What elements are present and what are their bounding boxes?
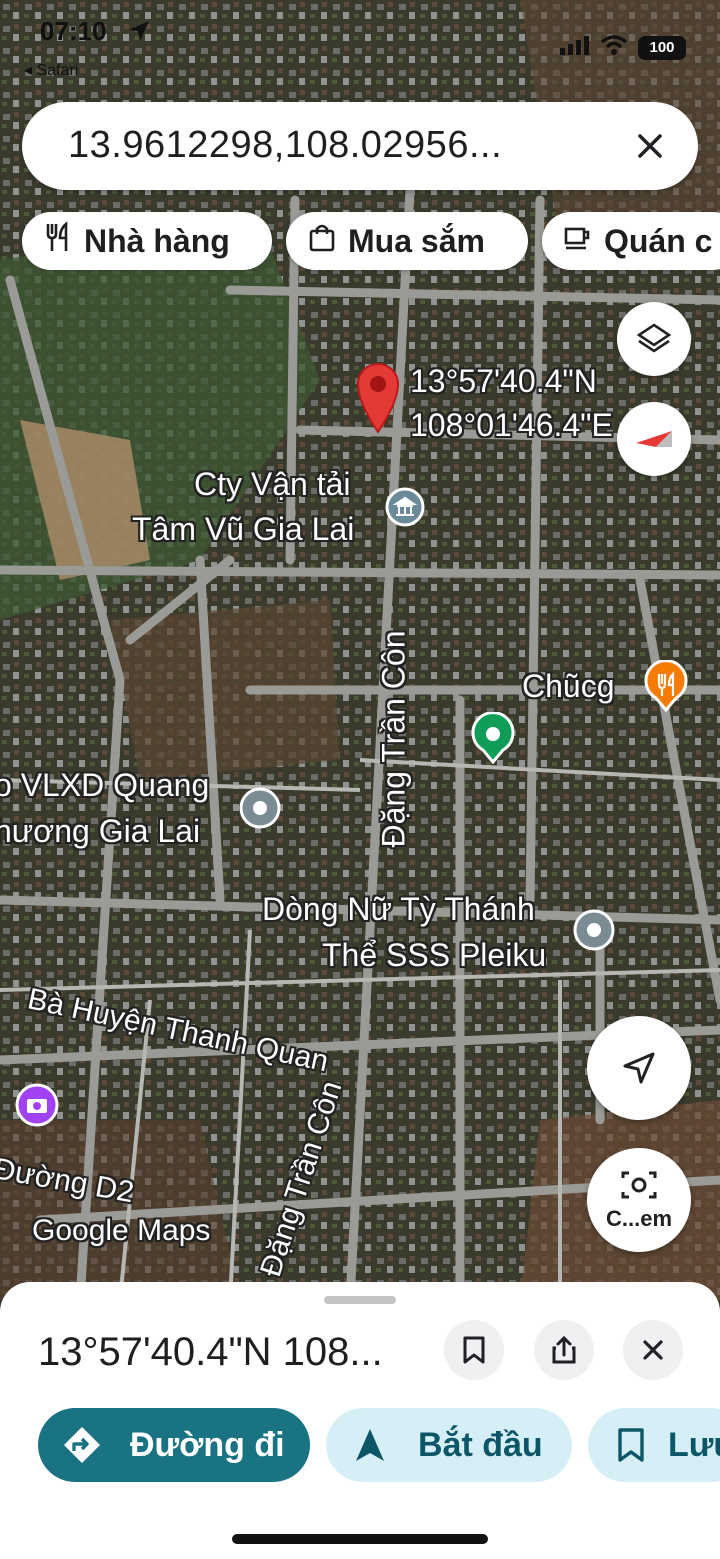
google-maps-watermark: Google Maps <box>32 1214 211 1247</box>
fork-knife-icon <box>42 221 74 261</box>
place-label[interactable]: Cty Vận tải <box>194 465 351 503</box>
bank-icon[interactable] <box>384 486 426 533</box>
chip-coffee[interactable]: Quán c <box>542 212 720 270</box>
chip-label: Mua sắm <box>348 222 485 259</box>
start-label: Bắt đầu <box>418 1425 543 1464</box>
share-button[interactable] <box>534 1320 594 1380</box>
bookmark-icon <box>618 1428 644 1462</box>
start-button[interactable]: Bắt đầu <box>326 1408 572 1482</box>
directions-icon <box>64 1427 100 1463</box>
share-icon <box>552 1335 576 1364</box>
home-indicator[interactable] <box>232 1534 488 1544</box>
chip-shopping[interactable]: Mua sắm <box>286 212 528 270</box>
signal-icon <box>560 35 590 60</box>
back-to-safari[interactable]: ◂ Safari <box>24 60 78 80</box>
status-right: 100 <box>560 34 686 61</box>
sheet-drag-handle[interactable] <box>324 1296 396 1304</box>
compass-icon <box>636 431 672 447</box>
chip-restaurants[interactable]: Nhà hàng <box>22 212 272 270</box>
chip-label: Quán c <box>604 222 713 259</box>
dropped-pin-icon[interactable] <box>354 362 402 439</box>
save-button[interactable] <box>444 1320 504 1380</box>
directions-button[interactable]: Đường đi <box>38 1408 310 1482</box>
close-sheet-button[interactable] <box>623 1320 683 1380</box>
bookmark-icon <box>463 1336 485 1364</box>
location-arrow-icon <box>126 18 152 49</box>
close-icon <box>638 134 662 158</box>
wifi-icon <box>600 34 628 61</box>
search-query[interactable]: 13.9612298,108.02956... <box>68 124 502 167</box>
navigation-arrow-icon <box>623 1052 655 1084</box>
place-label[interactable]: Dòng Nữ Tỳ Thánh <box>262 890 535 928</box>
directions-label: Đường đi <box>130 1425 285 1464</box>
chip-label: Nhà hàng <box>84 222 230 259</box>
place-label[interactable]: Chũcg <box>522 667 615 705</box>
camera-icon[interactable] <box>14 1082 60 1133</box>
layers-button[interactable] <box>617 302 691 376</box>
navigation-arrow-icon <box>356 1429 384 1461</box>
clear-search-button[interactable] <box>630 126 670 166</box>
save-label: Lưu <box>668 1425 720 1464</box>
street-label: Đặng Trần Côn <box>375 630 412 848</box>
pin-latitude: 13°57'40.4"N <box>410 363 597 399</box>
place-title: 13°57'40.4"N 108... <box>38 1330 383 1374</box>
coffee-cup-icon <box>562 221 594 261</box>
layers-icon <box>636 323 672 353</box>
camera-search-icon <box>621 1171 657 1199</box>
restaurant-icon[interactable] <box>642 659 690 717</box>
close-icon <box>643 1340 663 1360</box>
place-label[interactable]: Tâm Vũ Gia Lai <box>132 510 354 548</box>
search-this-area-label: C...em <box>605 1206 673 1231</box>
place-label[interactable]: hương Gia Lai <box>0 812 200 850</box>
my-location-button[interactable] <box>587 1016 691 1120</box>
save-place-button[interactable]: Lưu <box>588 1408 720 1482</box>
place-icon[interactable] <box>572 908 616 957</box>
pin-longitude: 108°01'46.4"E <box>410 407 613 443</box>
status-bar: 07:10 ◂ Safari 100 <box>0 0 720 90</box>
green-place-icon[interactable] <box>470 711 516 769</box>
place-label[interactable]: Thể SSS Pleiku <box>322 936 546 974</box>
battery-indicator: 100 <box>638 35 686 60</box>
place-icon[interactable] <box>238 786 282 835</box>
shopping-bag-icon <box>306 221 338 261</box>
place-bottom-sheet[interactable]: 13°57'40.4"N 108... Đường đi Bắt đầu Lưu <box>0 1282 720 1559</box>
search-bar[interactable]: 13.9612298,108.02956... <box>22 102 698 190</box>
search-this-area-button[interactable]: C...em <box>587 1148 691 1252</box>
place-label[interactable]: o VLXD Quang <box>0 766 209 804</box>
compass-button[interactable] <box>617 402 691 476</box>
status-time: 07:10 <box>40 16 107 46</box>
